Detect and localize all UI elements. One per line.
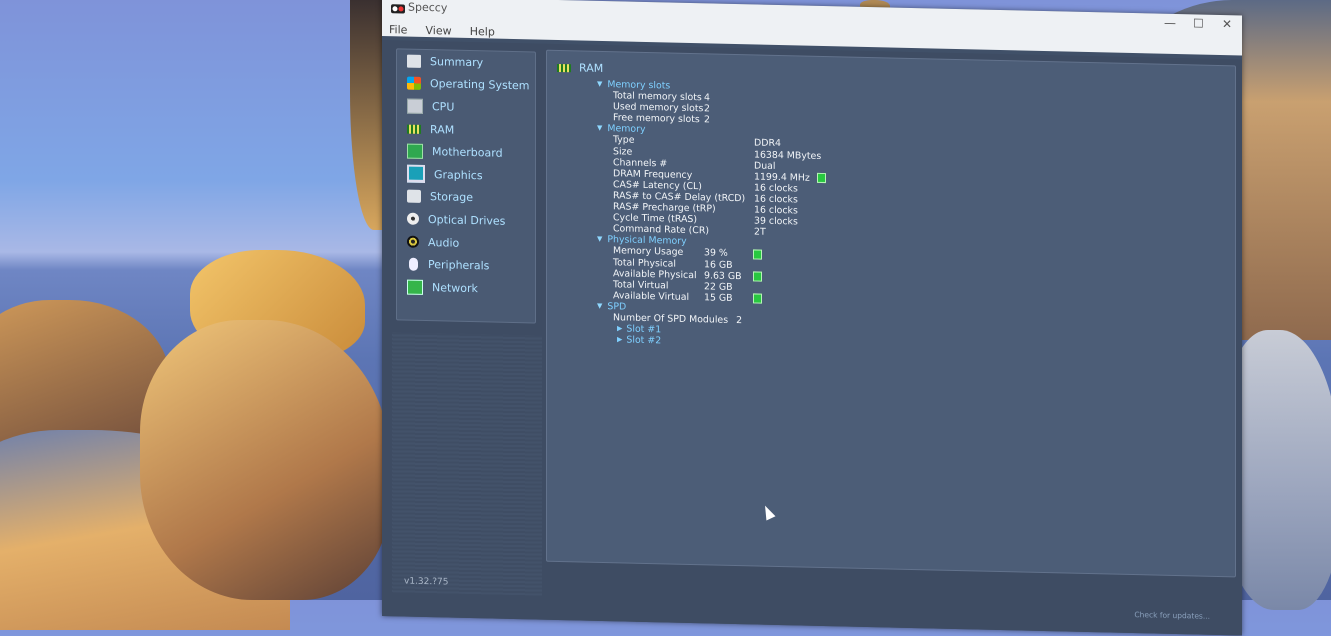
- sidebar-item-cpu[interactable]: CPU: [397, 95, 535, 121]
- detail-value: 2: [704, 114, 710, 126]
- cpu-icon: [407, 98, 423, 114]
- check-for-updates-link[interactable]: Check for updates...: [1134, 610, 1210, 621]
- detail-value: 2: [704, 103, 710, 115]
- sidebar-item-label: Peripherals: [428, 258, 490, 273]
- details-panel: RAM ▼ Memory slots Total memory slots 4 Us…: [546, 49, 1236, 578]
- sidebar-item-motherboard[interactable]: Motherboard: [397, 140, 535, 166]
- disc-icon: [407, 213, 419, 226]
- section-title: SPD: [607, 300, 627, 313]
- section-heading: RAM: [557, 61, 603, 75]
- sidebar-item-label: Summary: [430, 54, 484, 70]
- chevron-down-icon: ▼: [597, 301, 603, 310]
- window-title: Speccy: [408, 0, 448, 15]
- sidebar-item-label: Optical Drives: [428, 212, 506, 228]
- detail-value: Dual: [754, 160, 776, 172]
- sidebar-empty-area: [392, 332, 542, 596]
- detail-value: 16 GB: [704, 258, 733, 271]
- sidebar-item-label: Operating System: [430, 77, 530, 93]
- monitor-icon: [407, 164, 425, 184]
- sidebar-item-peripherals[interactable]: Peripherals: [397, 253, 535, 279]
- sidebar-item-label: Network: [432, 280, 478, 295]
- status-indicator-icon[interactable]: [753, 293, 762, 304]
- sidebar-item-operating-system[interactable]: Operating System: [397, 72, 535, 98]
- section-title: Memory: [607, 123, 646, 136]
- windows-logo-icon: [407, 76, 421, 91]
- network-card-icon: [407, 279, 423, 295]
- speccy-app-icon: [391, 4, 405, 14]
- hard-drive-icon: [407, 189, 421, 204]
- version-label: v1.32.?75: [404, 576, 449, 588]
- minimize-button[interactable]: —: [1164, 16, 1176, 30]
- chevron-right-icon: ▶: [617, 324, 623, 333]
- motherboard-icon: [407, 143, 423, 160]
- sidebar-item-label: RAM: [430, 122, 455, 137]
- slot-label: Slot #2: [626, 334, 662, 347]
- detail-value: 15 GB: [704, 292, 762, 304]
- detail-value: DDR4: [754, 137, 781, 150]
- sidebar-item-ram[interactable]: RAM: [397, 117, 535, 143]
- ram-detail-tree: ▼ Memory slots Total memory slots 4 Used m…: [597, 79, 826, 350]
- status-indicator-icon[interactable]: [816, 173, 826, 184]
- chevron-down-icon: ▼: [597, 235, 603, 244]
- close-button[interactable]: ✕: [1222, 17, 1232, 31]
- menu-help[interactable]: Help: [470, 25, 495, 39]
- status-indicator-icon[interactable]: [753, 271, 762, 282]
- page-title: RAM: [579, 61, 604, 76]
- sidebar-nav: Summary Operating System CPU RAM Motherb…: [396, 48, 536, 324]
- sidebar-item-summary[interactable]: Summary: [397, 49, 535, 75]
- clipboard-icon: [407, 54, 421, 68]
- sidebar-item-graphics[interactable]: Graphics: [397, 162, 535, 188]
- sidebar-item-label: Graphics: [434, 167, 483, 183]
- chevron-right-icon: ▶: [617, 335, 623, 344]
- detail-key: Available Virtual: [613, 290, 690, 303]
- window-body: Summary Operating System CPU RAM Motherb…: [382, 40, 1242, 636]
- desktop-rock: [140, 320, 390, 600]
- detail-value: 22 GB: [704, 280, 733, 293]
- ram-icon: [407, 124, 421, 134]
- menu-file[interactable]: File: [389, 23, 407, 36]
- sidebar-item-label: Audio: [428, 235, 460, 250]
- detail-value: 2T: [754, 226, 766, 238]
- mouse-icon: [409, 257, 418, 271]
- detail-value: 2: [736, 315, 743, 327]
- sidebar-item-label: Motherboard: [432, 145, 503, 160]
- ram-icon: [557, 63, 571, 72]
- sidebar-item-network[interactable]: Network: [397, 275, 535, 301]
- status-indicator-icon[interactable]: [753, 249, 762, 260]
- maximize-button[interactable]: ☐: [1193, 16, 1204, 30]
- detail-value: 4: [704, 92, 710, 104]
- sidebar-item-label: Storage: [430, 190, 474, 205]
- chevron-down-icon: ▼: [597, 79, 603, 89]
- chevron-down-icon: ▼: [597, 124, 603, 133]
- sidebar-item-label: CPU: [432, 100, 455, 114]
- speaker-icon: [407, 235, 419, 248]
- speccy-window: Speccy — ☐ ✕ File View Help Summary Oper…: [382, 0, 1242, 636]
- sidebar-item-storage[interactable]: Storage: [397, 185, 535, 211]
- detail-value-text: 15 GB: [704, 292, 733, 304]
- sidebar-item-audio[interactable]: Audio: [397, 230, 535, 256]
- menu-view[interactable]: View: [426, 24, 452, 38]
- sidebar-item-optical-drives[interactable]: Optical Drives: [397, 207, 535, 233]
- slot-label: Slot #1: [626, 323, 662, 336]
